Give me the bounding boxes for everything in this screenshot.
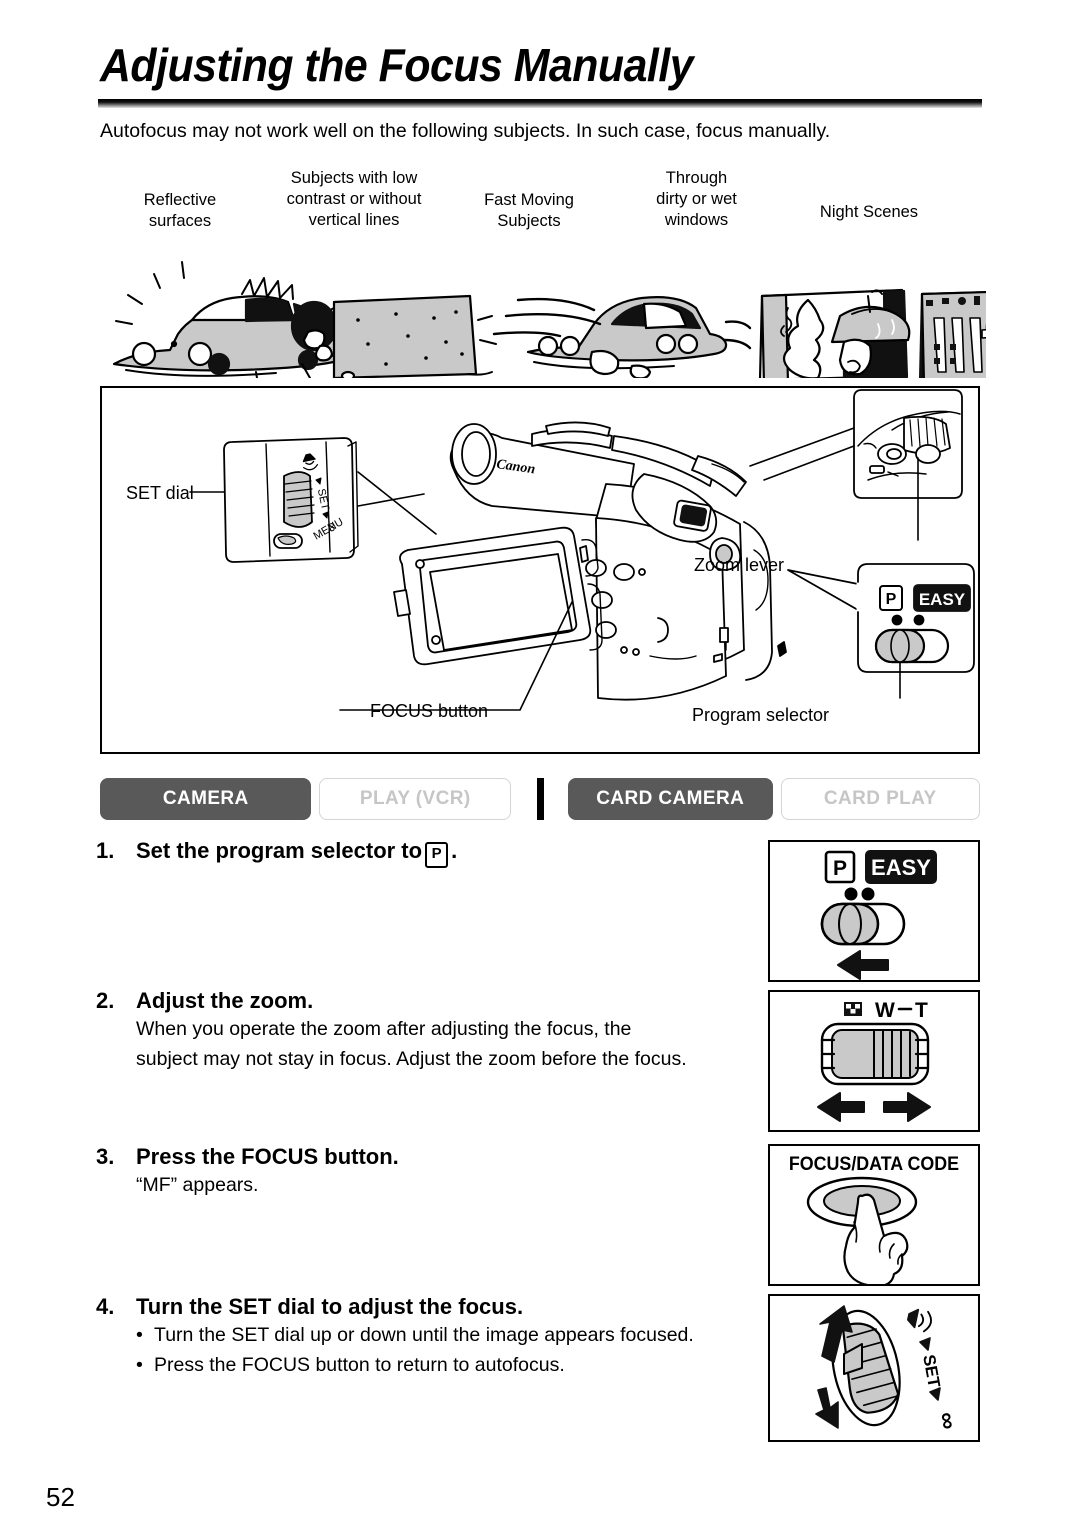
figure-set-dial: SET ∞ [768, 1294, 980, 1442]
focus-button-label: FOCUS button [370, 701, 489, 721]
figure-zoom-lever: W T [768, 990, 980, 1132]
left-arrow-icon [837, 950, 889, 980]
subject-label-through-windows: Through dirty or wet windows [614, 168, 779, 232]
left-arrow-icon [817, 1092, 865, 1122]
figure-p-label: P [833, 857, 847, 880]
subject-label-line: Through [665, 169, 728, 187]
step-3-heading: 3. Press the FOCUS button. [96, 1144, 786, 1170]
step-2-number: 2. [96, 988, 115, 1013]
program-p-badge-text: P [886, 591, 897, 608]
program-p-glyph: P [425, 842, 449, 868]
step-4-body: Turn the SET dial up or down until the i… [136, 1320, 786, 1380]
rotate-down-arrow-icon [815, 1387, 839, 1429]
program-easy-badge-text: EASY [919, 590, 966, 609]
mode-tab-bar: CAMERA PLAY (VCR) CARD CAMERA CARD PLAY [100, 778, 981, 820]
set-dial-label: SET dial [126, 483, 194, 503]
step-4-title-text: Turn the SET dial to adjust the focus. [136, 1294, 524, 1319]
right-arrow-icon [883, 1092, 931, 1122]
program-selector-callout: P EASY [787, 563, 975, 673]
zoomlever-callout-connector [749, 427, 855, 481]
set-dial-callout: SET ∞ MENU [223, 437, 359, 563]
subject-label-line: Reflective [143, 191, 217, 209]
subject-label-line: dirty or wet [656, 190, 737, 208]
page-title: Adjusting the Focus Manually [100, 39, 694, 91]
speaker-icon [907, 1308, 932, 1333]
camcorder-diagram-panel: SET ∞ MENU Canon P EASY SET dial Zoom le… [100, 386, 980, 754]
down-triangle-icon [929, 1387, 941, 1401]
low-contrast-panel-illustration [290, 294, 497, 378]
zoom-tele-label: T [915, 999, 928, 1022]
step-3-title-text: Press the FOCUS button. [136, 1144, 399, 1169]
step-4-bullet: Turn the SET dial up or down until the i… [136, 1320, 786, 1350]
step-2-body: When you operate the zoom after adjustin… [136, 1014, 786, 1074]
step-2: 2. Adjust the zoom. When you operate the… [96, 988, 786, 1074]
step-4-bullet: Press the FOCUS button to return to auto… [136, 1350, 786, 1380]
step-3: 3. Press the FOCUS button. “MF” appears. [96, 1144, 786, 1200]
step-3-body: “MF” appears. [136, 1170, 786, 1200]
program-selector-label: Program selector [692, 705, 830, 725]
focus-datacode-label: FOCUS/DATA CODE [789, 1152, 959, 1174]
tab-card-camera[interactable]: CARD CAMERA [568, 778, 773, 820]
intro-text: Autofocus may not work well on the follo… [100, 120, 831, 142]
step-4-number: 4. [96, 1294, 115, 1319]
zoom-lever-callout [853, 389, 963, 499]
step-3-number: 3. [96, 1144, 115, 1169]
step-2-body-line: subject may not stay in focus. Adjust th… [136, 1048, 687, 1070]
setdial-callout-connector [357, 471, 437, 535]
zoom-checker-icon [844, 1002, 862, 1016]
tab-play-vcr[interactable]: PLAY (VCR) [319, 778, 512, 820]
title-rule [98, 99, 982, 108]
page-number: 52 [46, 1482, 75, 1512]
subject-illustration-strip [96, 248, 986, 378]
subject-label-line: Fast Moving [484, 191, 574, 209]
step-4-heading: 4. Turn the SET dial to adjust the focus… [96, 1294, 786, 1320]
subject-label-row: Reflective surfaces Subjects with low co… [96, 168, 986, 232]
subject-label-low-contrast: Subjects with low contrast or without ve… [264, 168, 444, 232]
up-triangle-icon [919, 1337, 931, 1351]
subject-label-line: contrast or without [286, 190, 422, 208]
step-1-heading: 1. Set the program selector to P . [96, 838, 786, 868]
tab-group-divider [537, 778, 544, 820]
step-4: 4. Turn the SET dial to adjust the focus… [96, 1294, 786, 1380]
set-dial-infinity-text: ∞ [933, 1410, 963, 1432]
fast-car-illustration [492, 296, 752, 378]
tab-card-play[interactable]: CARD PLAY [780, 778, 981, 820]
figure-focus-button: FOCUS/DATA CODE [768, 1144, 980, 1286]
step-2-body-line: When you operate the zoom after adjustin… [136, 1018, 632, 1040]
figure-easy-label: EASY [871, 855, 931, 880]
subject-label-line: Subjects with low [290, 169, 418, 187]
set-dial-figure-set-text: SET [919, 1353, 944, 1389]
step-1: 1. Set the program selector to P . [96, 838, 786, 868]
zoom-lever-label: Zoom lever [694, 554, 785, 575]
subject-label-fast-moving: Fast Moving Subjects [444, 168, 614, 232]
subject-label-line: vertical lines [308, 211, 400, 229]
wet-window-illustration [758, 288, 911, 378]
step-2-heading: 2. Adjust the zoom. [96, 988, 786, 1014]
figure-program-selector: P EASY [768, 840, 980, 982]
subject-label-reflective: Reflective surfaces [96, 168, 264, 232]
tab-camera[interactable]: CAMERA [100, 778, 312, 820]
subject-label-line: windows [664, 211, 729, 229]
subject-label-night-scenes: Night Scenes [779, 168, 959, 232]
night-scene-illustration [918, 290, 986, 378]
step-2-title-text: Adjust the zoom. [136, 988, 314, 1013]
step-1-title-suffix: . [451, 838, 458, 863]
step-3-body-line: “MF” appears. [136, 1174, 259, 1196]
subject-label-line: Night Scenes [819, 203, 919, 221]
zoom-wide-label: W [875, 999, 895, 1022]
subject-label-line: surfaces [148, 212, 212, 230]
step-1-title-text: Set the program selector to [136, 838, 423, 863]
subject-label-line: Subjects [497, 212, 561, 230]
step-1-number: 1. [96, 838, 115, 863]
